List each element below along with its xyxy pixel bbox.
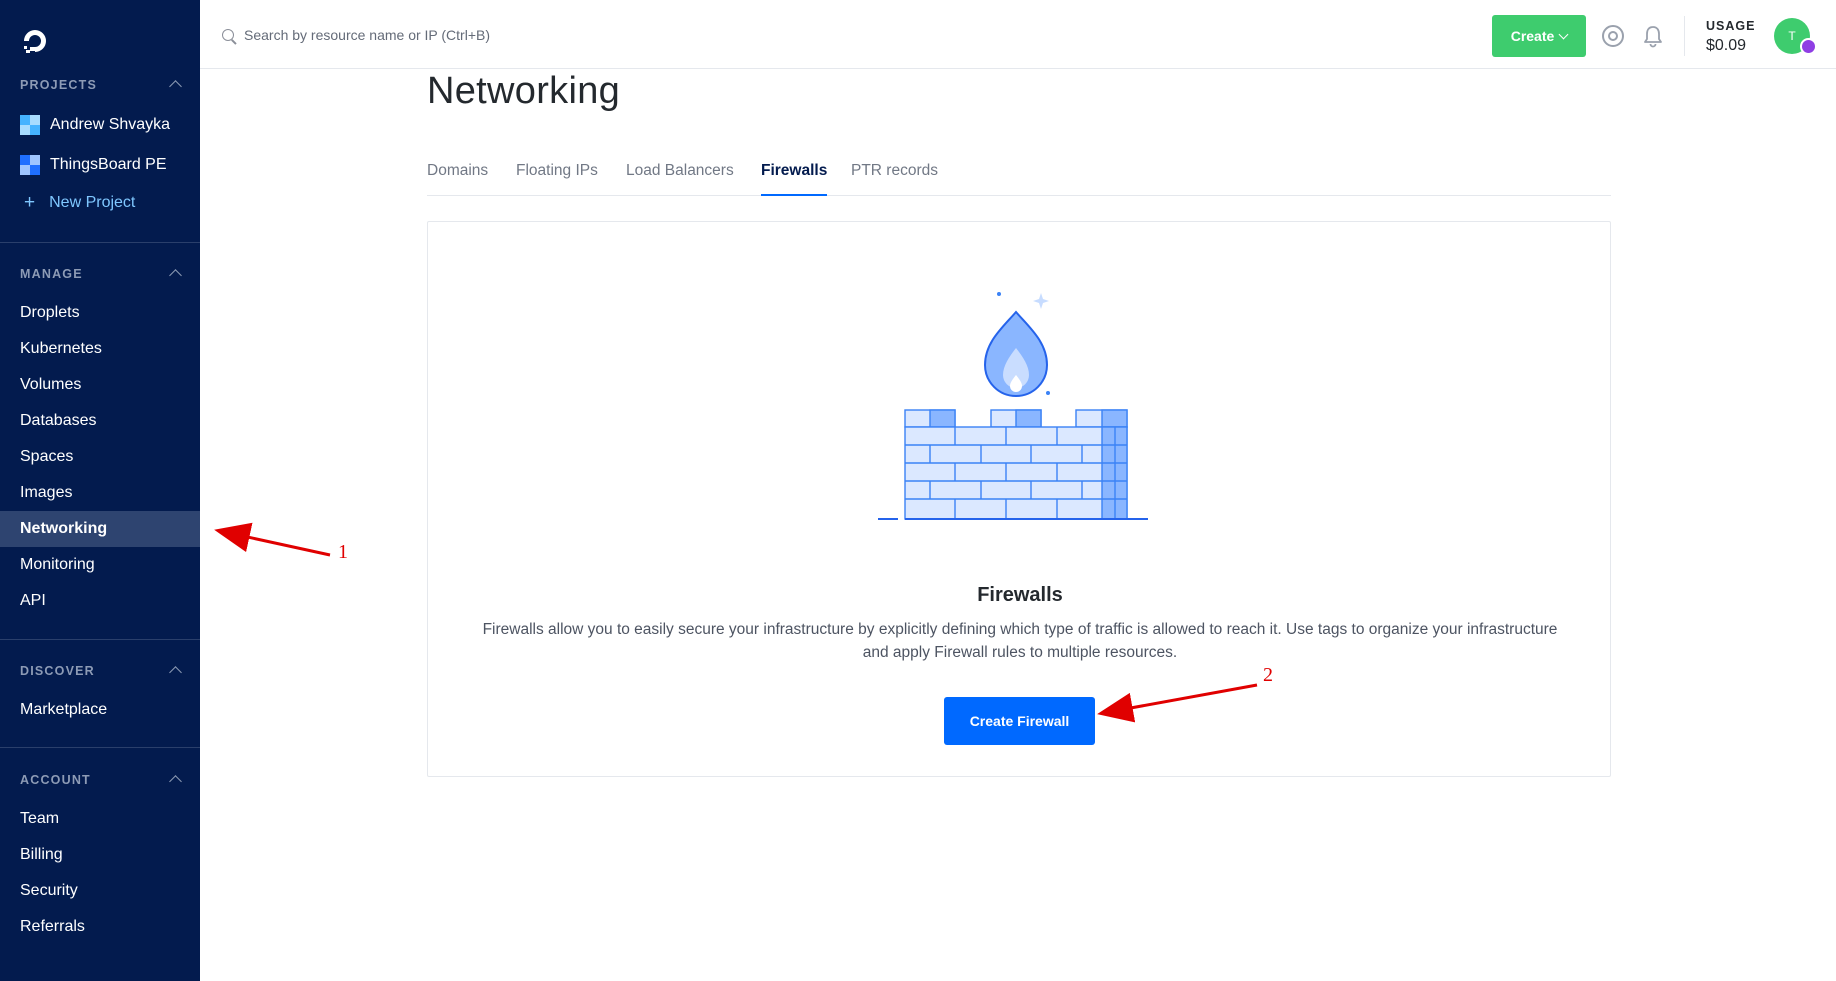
annotation-label-2: 2 [1263,664,1273,686]
annotation-label-1: 1 [338,541,348,563]
annotation-arrow-2 [1097,683,1258,723]
annotation-arrows [214,522,1258,723]
annotation-arrow-1 [214,522,331,557]
